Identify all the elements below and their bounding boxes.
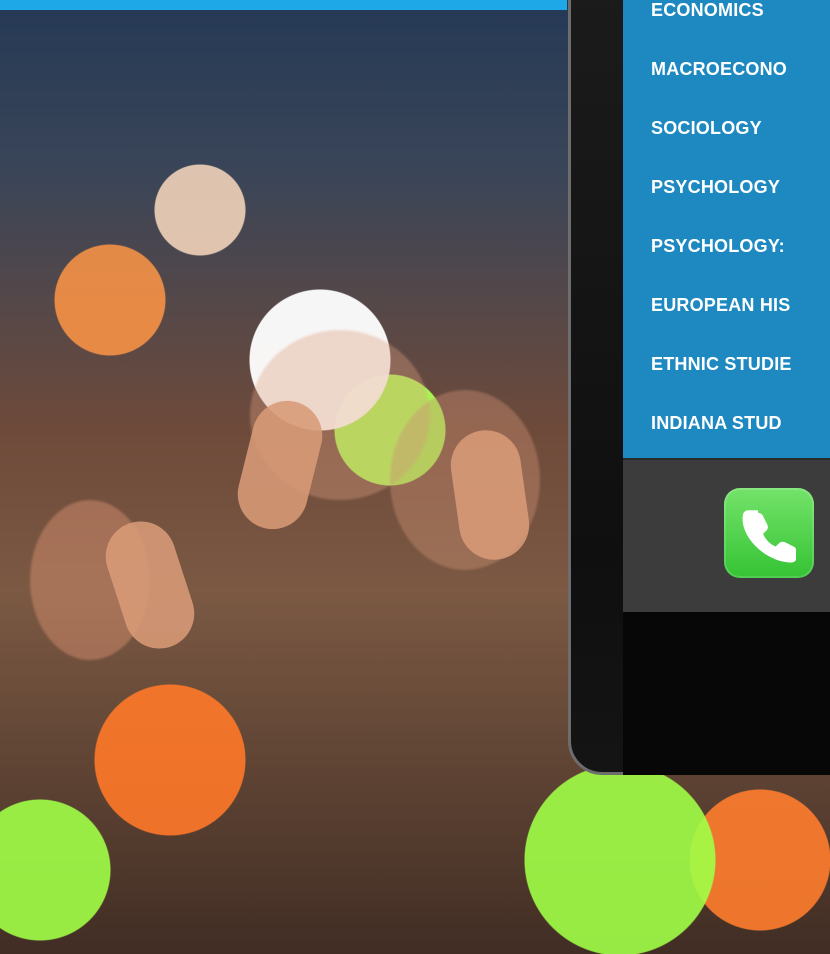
- phone-icon: [742, 510, 796, 563]
- subject-menu-item-psychology-subtopic[interactable]: PSYCHOLOGY:: [651, 236, 830, 295]
- subject-menu-item-macroeconomics[interactable]: MACROECONO: [651, 59, 830, 118]
- subject-menu-item-psychology[interactable]: PSYCHOLOGY: [651, 177, 830, 236]
- subject-menu: ECONOMICS MACROECONO SOCIOLOGY PSYCHOLOG…: [651, 0, 830, 458]
- subject-menu-item-economics[interactable]: ECONOMICS: [651, 0, 830, 59]
- subject-menu-item-ethnic-studies[interactable]: ETHNIC STUDIE: [651, 354, 830, 413]
- subject-menu-item-european-history[interactable]: EUROPEAN HIS: [651, 295, 830, 354]
- dock-divider: [623, 458, 830, 460]
- tablet-bottom-bezel: [623, 612, 830, 775]
- promotional-screenshot: ECONOMICS MACROECONO SOCIOLOGY PSYCHOLOG…: [0, 0, 830, 954]
- tablet-dock: [623, 458, 830, 612]
- subject-menu-item-indiana-studies[interactable]: INDIANA STUD: [651, 413, 830, 458]
- tablet-screen: ECONOMICS MACROECONO SOCIOLOGY PSYCHOLOG…: [623, 0, 830, 458]
- top-accent-band: [0, 0, 567, 10]
- subject-menu-item-sociology[interactable]: SOCIOLOGY: [651, 118, 830, 177]
- phone-app-button[interactable]: [724, 488, 814, 578]
